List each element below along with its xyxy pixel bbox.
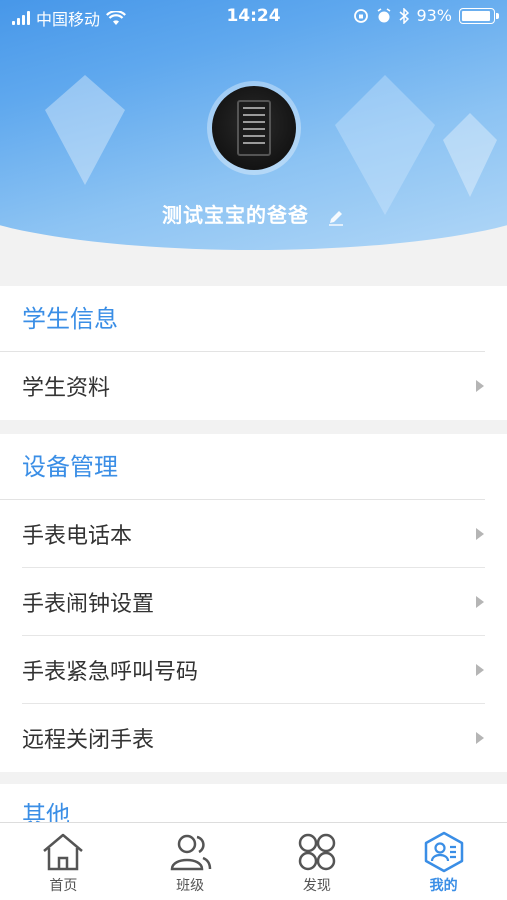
list-item-emergency-numbers[interactable]: 手表紧急呼叫号码 [22,636,485,704]
tab-label: 首页 [49,878,78,894]
list-item-student-profile[interactable]: 学生资料 [22,352,485,420]
home-icon [43,833,84,871]
section-title: 设备管理 [0,434,485,500]
section-title: 其他 [22,801,70,822]
tab-label: 我的 [429,878,458,894]
list-item-remote-shutdown[interactable]: 远程关闭手表 [22,704,485,772]
list-item-label: 学生资料 [22,376,111,401]
edit-icon[interactable] [327,208,345,226]
tab-bar: 首页 班级 发现 我的 [0,822,507,900]
tab-mine[interactable]: 我的 [380,823,507,900]
kite-decoration [45,75,125,185]
alarm-icon [377,7,391,22]
tab-label: 班级 [176,878,205,894]
status-bar: 中国移动 14:24 93% [0,0,507,34]
chevron-right-icon [476,527,484,540]
user-name-row[interactable]: 测试宝宝的爸爸 [0,199,507,228]
discover-icon [298,833,336,871]
list-item-watch-phonebook[interactable]: 手表电话本 [22,500,485,568]
tab-home[interactable]: 首页 [0,823,127,900]
tab-discover[interactable]: 发现 [254,823,381,900]
orientation-lock-icon [354,8,369,23]
section-other: 其他 [0,784,507,822]
battery-level [462,10,490,21]
chevron-right-icon [476,732,484,744]
list-item-label: 远程关闭手表 [22,728,155,753]
list-item-label: 手表紧急呼叫号码 [22,659,199,685]
bluetooth-icon [399,7,410,24]
chevron-right-icon [476,595,484,608]
profile-header: 中国移动 14:24 93% 测试宝宝的爸爸 [0,0,507,272]
user-name: 测试宝宝的爸爸 [162,203,310,227]
battery-icon [459,7,499,24]
section-student-info: 学生信息 学生资料 [0,286,507,420]
tab-class[interactable]: 班级 [127,823,254,900]
chevron-right-icon [476,380,484,392]
list-item-watch-alarm-settings[interactable]: 手表闹钟设置 [22,568,485,636]
avatar[interactable] [207,81,301,175]
class-icon [170,834,212,871]
avatar-image [212,86,296,170]
kite-decoration [335,75,435,215]
section-device-management: 设备管理 手表电话本 手表闹钟设置 手表紧急呼叫号码 远程关闭手表 [0,434,507,772]
chevron-right-icon [476,663,484,676]
battery-percentage: 93% [416,6,452,25]
list-item-label: 手表电话本 [22,523,133,549]
section-title: 学生信息 [0,286,485,352]
list-item-label: 手表闹钟设置 [22,591,155,617]
tab-label: 发现 [302,878,331,894]
profile-icon [424,831,463,873]
kite-decoration [443,113,497,197]
